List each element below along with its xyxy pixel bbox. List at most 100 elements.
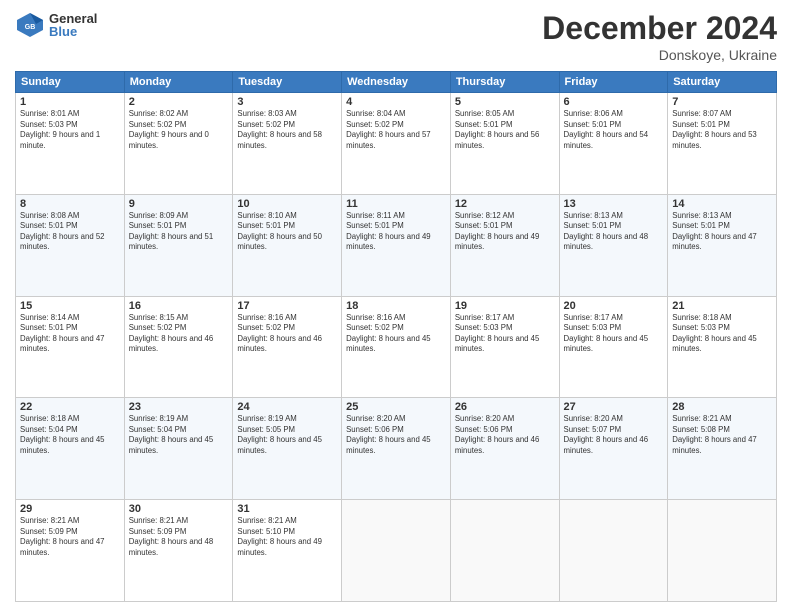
header: GB General Blue December 2024 Donskoye, … — [15, 10, 777, 63]
day-number: 28 — [672, 401, 772, 413]
table-row: 15 Sunrise: 8:14 AMSunset: 5:01 PMDaylig… — [16, 296, 125, 398]
table-row: 8 Sunrise: 8:08 AMSunset: 5:01 PMDayligh… — [16, 194, 125, 296]
col-saturday: Saturday — [668, 72, 777, 93]
table-row: 2 Sunrise: 8:02 AMSunset: 5:02 PMDayligh… — [124, 93, 233, 195]
day-info: Sunrise: 8:13 AMSunset: 5:01 PMDaylight:… — [564, 211, 664, 253]
day-number: 11 — [346, 198, 446, 210]
day-info: Sunrise: 8:21 AMSunset: 5:08 PMDaylight:… — [672, 414, 772, 456]
table-row: 18 Sunrise: 8:16 AMSunset: 5:02 PMDaylig… — [342, 296, 451, 398]
day-number: 9 — [129, 198, 229, 210]
table-row: 5 Sunrise: 8:05 AMSunset: 5:01 PMDayligh… — [450, 93, 559, 195]
day-info: Sunrise: 8:02 AMSunset: 5:02 PMDaylight:… — [129, 109, 229, 151]
logo-text: General Blue — [49, 12, 97, 38]
day-number: 23 — [129, 401, 229, 413]
day-number: 21 — [672, 300, 772, 312]
day-info: Sunrise: 8:16 AMSunset: 5:02 PMDaylight:… — [346, 313, 446, 355]
logo-blue: Blue — [49, 25, 97, 38]
day-info: Sunrise: 8:12 AMSunset: 5:01 PMDaylight:… — [455, 211, 555, 253]
table-row: 13 Sunrise: 8:13 AMSunset: 5:01 PMDaylig… — [559, 194, 668, 296]
table-row: 7 Sunrise: 8:07 AMSunset: 5:01 PMDayligh… — [668, 93, 777, 195]
day-number: 5 — [455, 96, 555, 108]
day-number: 27 — [564, 401, 664, 413]
table-row — [559, 500, 668, 602]
table-row: 9 Sunrise: 8:09 AMSunset: 5:01 PMDayligh… — [124, 194, 233, 296]
day-number: 14 — [672, 198, 772, 210]
day-info: Sunrise: 8:16 AMSunset: 5:02 PMDaylight:… — [237, 313, 337, 355]
day-number: 24 — [237, 401, 337, 413]
table-row: 14 Sunrise: 8:13 AMSunset: 5:01 PMDaylig… — [668, 194, 777, 296]
day-number: 12 — [455, 198, 555, 210]
day-info: Sunrise: 8:17 AMSunset: 5:03 PMDaylight:… — [455, 313, 555, 355]
day-number: 26 — [455, 401, 555, 413]
svg-text:GB: GB — [25, 24, 36, 31]
day-info: Sunrise: 8:07 AMSunset: 5:01 PMDaylight:… — [672, 109, 772, 151]
day-number: 18 — [346, 300, 446, 312]
col-tuesday: Tuesday — [233, 72, 342, 93]
day-info: Sunrise: 8:17 AMSunset: 5:03 PMDaylight:… — [564, 313, 664, 355]
col-friday: Friday — [559, 72, 668, 93]
title-block: December 2024 Donskoye, Ukraine — [542, 10, 777, 63]
day-number: 25 — [346, 401, 446, 413]
day-info: Sunrise: 8:10 AMSunset: 5:01 PMDaylight:… — [237, 211, 337, 253]
col-monday: Monday — [124, 72, 233, 93]
day-info: Sunrise: 8:15 AMSunset: 5:02 PMDaylight:… — [129, 313, 229, 355]
table-row: 12 Sunrise: 8:12 AMSunset: 5:01 PMDaylig… — [450, 194, 559, 296]
table-row: 19 Sunrise: 8:17 AMSunset: 5:03 PMDaylig… — [450, 296, 559, 398]
table-row: 4 Sunrise: 8:04 AMSunset: 5:02 PMDayligh… — [342, 93, 451, 195]
day-info: Sunrise: 8:21 AMSunset: 5:09 PMDaylight:… — [129, 516, 229, 558]
table-row: 27 Sunrise: 8:20 AMSunset: 5:07 PMDaylig… — [559, 398, 668, 500]
table-row: 30 Sunrise: 8:21 AMSunset: 5:09 PMDaylig… — [124, 500, 233, 602]
day-info: Sunrise: 8:21 AMSunset: 5:09 PMDaylight:… — [20, 516, 120, 558]
day-info: Sunrise: 8:04 AMSunset: 5:02 PMDaylight:… — [346, 109, 446, 151]
table-row: 3 Sunrise: 8:03 AMSunset: 5:02 PMDayligh… — [233, 93, 342, 195]
page: GB General Blue December 2024 Donskoye, … — [0, 0, 792, 612]
day-number: 30 — [129, 503, 229, 515]
calendar: Sunday Monday Tuesday Wednesday Thursday… — [15, 71, 777, 602]
day-info: Sunrise: 8:21 AMSunset: 5:10 PMDaylight:… — [237, 516, 337, 558]
table-row: 16 Sunrise: 8:15 AMSunset: 5:02 PMDaylig… — [124, 296, 233, 398]
day-number: 3 — [237, 96, 337, 108]
day-number: 13 — [564, 198, 664, 210]
table-row — [668, 500, 777, 602]
day-info: Sunrise: 8:14 AMSunset: 5:01 PMDaylight:… — [20, 313, 120, 355]
table-row: 31 Sunrise: 8:21 AMSunset: 5:10 PMDaylig… — [233, 500, 342, 602]
day-number: 15 — [20, 300, 120, 312]
day-info: Sunrise: 8:18 AMSunset: 5:03 PMDaylight:… — [672, 313, 772, 355]
col-wednesday: Wednesday — [342, 72, 451, 93]
day-number: 17 — [237, 300, 337, 312]
day-number: 16 — [129, 300, 229, 312]
day-info: Sunrise: 8:11 AMSunset: 5:01 PMDaylight:… — [346, 211, 446, 253]
day-number: 1 — [20, 96, 120, 108]
table-row: 20 Sunrise: 8:17 AMSunset: 5:03 PMDaylig… — [559, 296, 668, 398]
day-info: Sunrise: 8:20 AMSunset: 5:06 PMDaylight:… — [455, 414, 555, 456]
day-number: 22 — [20, 401, 120, 413]
day-number: 7 — [672, 96, 772, 108]
day-number: 10 — [237, 198, 337, 210]
day-info: Sunrise: 8:08 AMSunset: 5:01 PMDaylight:… — [20, 211, 120, 253]
day-info: Sunrise: 8:19 AMSunset: 5:05 PMDaylight:… — [237, 414, 337, 456]
day-number: 31 — [237, 503, 337, 515]
table-row: 10 Sunrise: 8:10 AMSunset: 5:01 PMDaylig… — [233, 194, 342, 296]
table-row: 29 Sunrise: 8:21 AMSunset: 5:09 PMDaylig… — [16, 500, 125, 602]
day-info: Sunrise: 8:19 AMSunset: 5:04 PMDaylight:… — [129, 414, 229, 456]
table-row: 17 Sunrise: 8:16 AMSunset: 5:02 PMDaylig… — [233, 296, 342, 398]
day-info: Sunrise: 8:20 AMSunset: 5:06 PMDaylight:… — [346, 414, 446, 456]
table-row — [450, 500, 559, 602]
day-info: Sunrise: 8:01 AMSunset: 5:03 PMDaylight:… — [20, 109, 120, 151]
table-row — [342, 500, 451, 602]
day-number: 20 — [564, 300, 664, 312]
day-number: 8 — [20, 198, 120, 210]
day-number: 4 — [346, 96, 446, 108]
table-row: 1 Sunrise: 8:01 AMSunset: 5:03 PMDayligh… — [16, 93, 125, 195]
day-info: Sunrise: 8:05 AMSunset: 5:01 PMDaylight:… — [455, 109, 555, 151]
table-row: 24 Sunrise: 8:19 AMSunset: 5:05 PMDaylig… — [233, 398, 342, 500]
day-info: Sunrise: 8:03 AMSunset: 5:02 PMDaylight:… — [237, 109, 337, 151]
logo-icon: GB — [15, 10, 45, 40]
day-info: Sunrise: 8:20 AMSunset: 5:07 PMDaylight:… — [564, 414, 664, 456]
table-row: 25 Sunrise: 8:20 AMSunset: 5:06 PMDaylig… — [342, 398, 451, 500]
col-sunday: Sunday — [16, 72, 125, 93]
col-thursday: Thursday — [450, 72, 559, 93]
day-number: 29 — [20, 503, 120, 515]
subtitle: Donskoye, Ukraine — [542, 47, 777, 63]
day-info: Sunrise: 8:06 AMSunset: 5:01 PMDaylight:… — [564, 109, 664, 151]
